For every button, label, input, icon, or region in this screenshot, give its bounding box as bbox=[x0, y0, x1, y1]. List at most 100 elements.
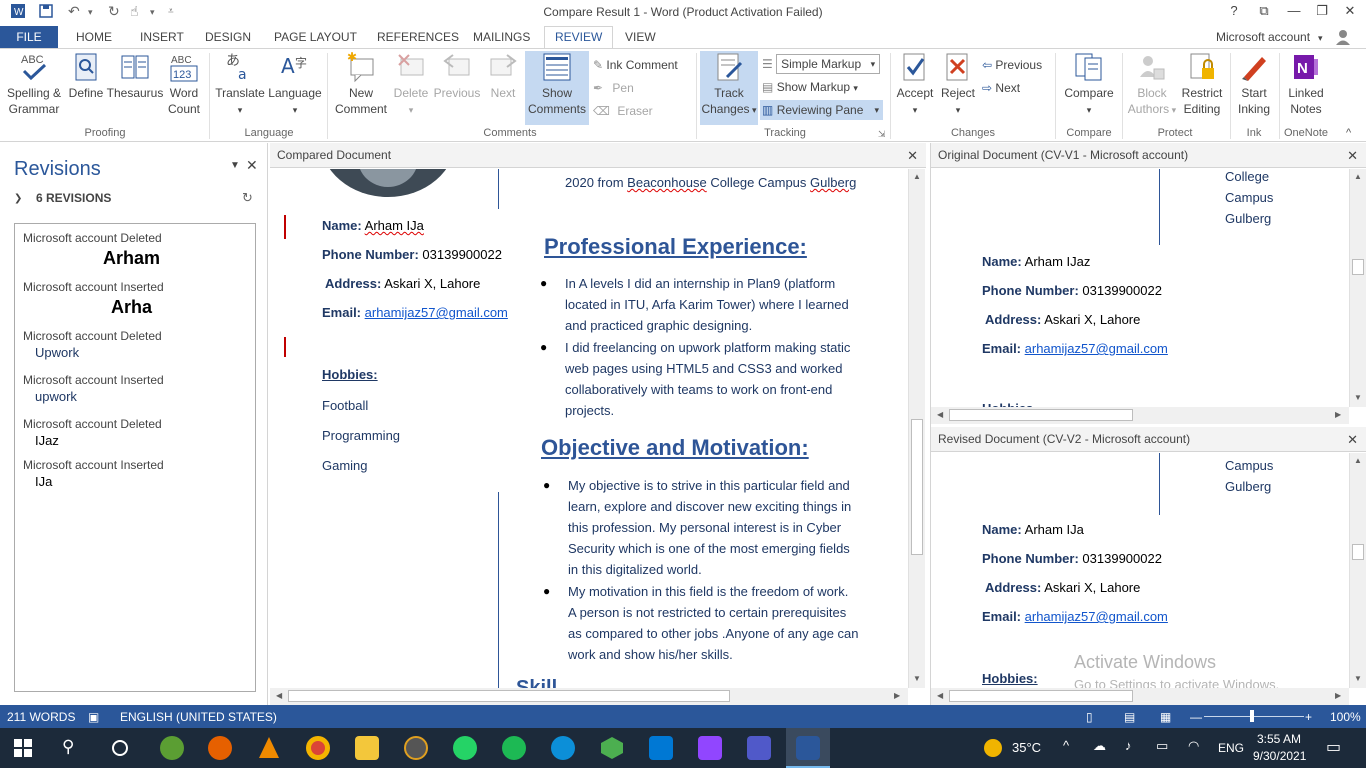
compared-vertical-scrollbar[interactable]: ▲ ▼ bbox=[908, 169, 925, 688]
zoom-slider-thumb[interactable] bbox=[1250, 710, 1254, 722]
edge-icon[interactable] bbox=[551, 736, 575, 760]
scroll-up-icon[interactable]: ▲ bbox=[913, 172, 921, 181]
revision-author[interactable]: Microsoft account Inserted bbox=[23, 373, 164, 387]
translate-button[interactable]: あa Translate ▾ bbox=[214, 51, 266, 118]
reviewing-pane-button[interactable]: ▥ Reviewing Pane ▾ bbox=[760, 100, 883, 120]
pane-options-icon[interactable]: ▼ bbox=[230, 160, 240, 171]
restore-button[interactable]: ❐ bbox=[1308, 3, 1336, 19]
accept-button[interactable]: Accept ▾ bbox=[894, 51, 936, 118]
print-layout-icon[interactable]: ▤ bbox=[1124, 710, 1135, 724]
account-dropdown-icon[interactable]: ▾ bbox=[1318, 33, 1323, 44]
input-language[interactable]: ENG bbox=[1218, 741, 1244, 755]
email-link[interactable]: arhamijaz57@gmail.com bbox=[1025, 609, 1168, 624]
eraser-button[interactable]: ⌫ Eraser bbox=[593, 101, 653, 121]
email-link[interactable]: arhamijaz57@gmail.com bbox=[365, 305, 508, 320]
onedrive-icon[interactable]: ☁ bbox=[1093, 738, 1106, 754]
delete-comment-button[interactable]: Delete ▾ bbox=[390, 51, 432, 118]
close-original-icon[interactable]: ✕ bbox=[1347, 143, 1358, 168]
show-comments-button[interactable]: Show Comments bbox=[525, 51, 589, 125]
block-authors-button[interactable]: Block Authors ▾ bbox=[1126, 51, 1178, 118]
refresh-icon[interactable]: ↻ bbox=[242, 190, 253, 206]
word-count-button[interactable]: ABC 123 Word Count bbox=[164, 51, 204, 117]
original-document-body[interactable]: College Campus Gulberg Name: Arham IJaz … bbox=[931, 169, 1349, 407]
account-name[interactable]: Microsoft account bbox=[1216, 30, 1310, 44]
scroll-down-icon[interactable]: ▼ bbox=[1354, 393, 1362, 402]
tab-design[interactable]: DESIGN bbox=[205, 30, 251, 44]
define-button[interactable]: Define bbox=[66, 51, 106, 101]
track-changes-button[interactable]: Track Changes ▾ bbox=[700, 51, 758, 125]
original-horizontal-scrollbar[interactable]: ◀ ▶ bbox=[931, 407, 1349, 424]
language-button[interactable]: A字 Language ▾ bbox=[266, 51, 324, 118]
temperature[interactable]: 35°C bbox=[1012, 740, 1041, 755]
compared-horizontal-scrollbar[interactable]: ◀ ▶ bbox=[270, 688, 908, 705]
revision-author[interactable]: Microsoft account Deleted bbox=[23, 417, 162, 431]
minimize-button[interactable]: — bbox=[1280, 3, 1308, 18]
collapse-ribbon-icon[interactable]: ^ bbox=[1346, 127, 1351, 139]
tab-home[interactable]: HOME bbox=[76, 30, 112, 44]
utorrent-icon[interactable] bbox=[160, 736, 184, 760]
revised-horizontal-scrollbar[interactable]: ◀ ▶ bbox=[931, 688, 1349, 705]
close-button[interactable]: ✕ bbox=[1336, 3, 1364, 19]
zoom-in-icon[interactable]: + bbox=[1305, 710, 1312, 724]
whatsapp-icon[interactable] bbox=[453, 736, 477, 760]
tracking-dialog-launcher-icon[interactable]: ⇲ bbox=[878, 129, 886, 140]
minecraft-icon[interactable] bbox=[600, 736, 624, 760]
scroll-up-icon[interactable]: ▲ bbox=[1354, 456, 1362, 465]
revision-text[interactable]: IJa bbox=[35, 474, 52, 489]
thesaurus-button[interactable]: Thesaurus bbox=[106, 51, 164, 101]
compare-button[interactable]: Compare ▾ bbox=[1060, 51, 1118, 118]
clock-date[interactable]: 9/30/2021 bbox=[1253, 749, 1306, 763]
scroll-right-icon[interactable]: ▶ bbox=[1335, 691, 1341, 700]
tab-file[interactable]: FILE bbox=[0, 26, 58, 48]
twitch-icon[interactable] bbox=[698, 736, 722, 760]
scroll-thumb[interactable] bbox=[911, 419, 923, 555]
task-view-icon[interactable] bbox=[110, 738, 130, 758]
previous-comment-button[interactable]: Previous bbox=[432, 51, 482, 101]
next-comment-button[interactable]: Next bbox=[484, 51, 522, 101]
revision-text[interactable]: upwork bbox=[35, 389, 77, 404]
vscode-icon[interactable] bbox=[649, 736, 673, 760]
file-explorer-icon[interactable] bbox=[355, 736, 379, 760]
revision-author[interactable]: Microsoft account Inserted bbox=[23, 280, 164, 294]
revision-text[interactable]: Arha bbox=[111, 297, 152, 318]
revised-vertical-scrollbar[interactable]: ▲ ▼ bbox=[1349, 453, 1366, 688]
tab-view[interactable]: VIEW bbox=[625, 30, 656, 44]
revision-text[interactable]: IJaz bbox=[35, 433, 59, 448]
revision-text[interactable]: Upwork bbox=[35, 345, 79, 360]
teams-icon[interactable] bbox=[747, 736, 771, 760]
previous-change-button[interactable]: ⇦ Previous bbox=[982, 55, 1042, 75]
scroll-thumb[interactable] bbox=[1352, 544, 1364, 560]
word-taskbar-button[interactable] bbox=[786, 728, 830, 768]
search-icon[interactable]: ⚲ bbox=[62, 737, 74, 757]
notifications-icon[interactable]: ▭ bbox=[1326, 737, 1341, 757]
reject-button[interactable]: Reject ▾ bbox=[938, 51, 978, 118]
spelling-grammar-button[interactable]: ABC Spelling & Grammar bbox=[4, 51, 64, 117]
vlc-icon[interactable] bbox=[257, 736, 281, 760]
revision-text[interactable]: Arham bbox=[103, 248, 160, 269]
zoom-slider[interactable] bbox=[1204, 716, 1304, 717]
clock-time[interactable]: 3:55 AM bbox=[1257, 732, 1301, 746]
weather-icon[interactable] bbox=[982, 737, 1004, 759]
spotify-icon[interactable] bbox=[502, 736, 526, 760]
media-player-icon[interactable] bbox=[404, 736, 428, 760]
web-layout-icon[interactable]: ▦ bbox=[1160, 710, 1171, 724]
scroll-thumb[interactable] bbox=[949, 409, 1133, 421]
email-link[interactable]: arhamijaz57@gmail.com bbox=[1025, 341, 1168, 356]
markup-select[interactable]: ☰ Simple Markup ▾ bbox=[762, 54, 881, 74]
compared-document-body[interactable]: 2020 from Beaconhouse College Campus Gul… bbox=[270, 169, 908, 688]
show-markup-button[interactable]: ▤ Show Markup ▾ bbox=[762, 77, 858, 97]
close-pane-icon[interactable]: ✕ bbox=[246, 157, 258, 174]
windows-start-icon[interactable] bbox=[14, 739, 32, 757]
collapse-revisions-icon[interactable]: ❯ bbox=[14, 193, 22, 204]
scroll-thumb[interactable] bbox=[1352, 259, 1364, 275]
tab-review[interactable]: REVIEW bbox=[544, 26, 614, 49]
revision-author[interactable]: Microsoft account Deleted bbox=[23, 329, 162, 343]
close-compared-icon[interactable]: ✕ bbox=[907, 143, 918, 168]
original-vertical-scrollbar[interactable]: ▲ ▼ bbox=[1349, 169, 1366, 407]
linked-notes-button[interactable]: N Linked Notes bbox=[1283, 51, 1329, 117]
revision-author[interactable]: Microsoft account Inserted bbox=[23, 458, 164, 472]
ink-comment-button[interactable]: ✎ Ink Comment bbox=[593, 55, 678, 75]
restrict-editing-button[interactable]: Restrict Editing bbox=[1178, 51, 1226, 117]
volume-icon[interactable]: ♪ bbox=[1125, 738, 1132, 753]
zoom-out-icon[interactable]: — bbox=[1190, 710, 1202, 724]
